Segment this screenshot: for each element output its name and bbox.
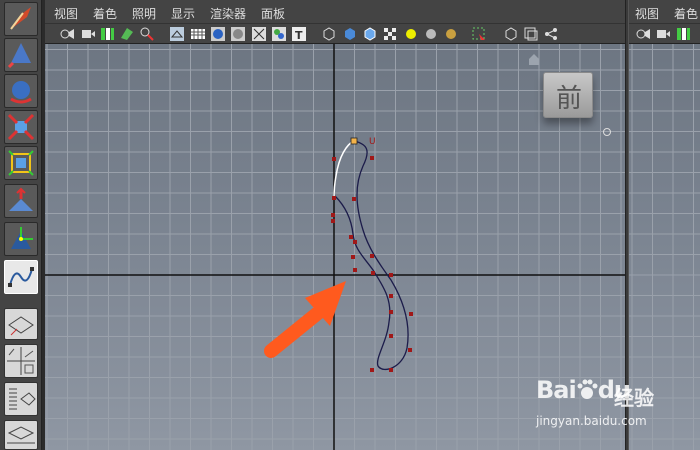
watermark-url: jingyan.baidu.com (536, 414, 647, 428)
move-tool-icon[interactable] (4, 110, 38, 144)
watermark-cn: 经验 (614, 386, 654, 410)
curve-tool-icon[interactable] (4, 260, 38, 294)
xray-icon[interactable] (251, 26, 267, 42)
universal-manipulator-icon[interactable] (4, 222, 38, 256)
smooth-shade-icon[interactable] (210, 26, 226, 42)
select-camera-icon[interactable] (59, 26, 75, 42)
four-pane-layout-icon[interactable] (4, 344, 38, 378)
menu-renderer[interactable]: 渲染器 (210, 5, 246, 22)
paint-select-icon[interactable] (4, 74, 38, 108)
ambient-occlusion-icon[interactable] (443, 26, 459, 42)
control-vertex[interactable] (370, 254, 374, 258)
control-vertex[interactable] (352, 197, 356, 201)
outliner-persp-layout-icon[interactable] (4, 382, 38, 416)
grid-icon[interactable] (190, 26, 206, 42)
control-vertex[interactable] (409, 312, 413, 316)
control-vertex[interactable] (389, 294, 393, 298)
menu-show[interactable]: 显示 (171, 5, 195, 22)
watermark: Bai du 经验 jingyan.baidu.com (536, 372, 700, 432)
secondary-menu-view[interactable]: 视图 (635, 5, 659, 22)
toolbox (0, 0, 42, 450)
control-vertex[interactable] (349, 235, 353, 239)
backface-culling-icon[interactable] (523, 26, 539, 42)
home-icon[interactable] (527, 52, 541, 66)
bookmark-icon[interactable] (99, 26, 115, 42)
checker-icon[interactable] (382, 26, 398, 42)
control-vertex[interactable] (353, 240, 357, 244)
all-lights-icon[interactable] (403, 26, 419, 42)
scale-tool-icon[interactable] (4, 184, 38, 218)
menu-shading[interactable]: 着色 (93, 5, 117, 22)
rotate-tool-icon[interactable] (4, 146, 38, 180)
xray-joints-icon[interactable] (503, 26, 519, 42)
shadows-icon[interactable] (423, 26, 439, 42)
share-icon[interactable] (543, 26, 559, 42)
secondary-camera-attributes-icon[interactable] (655, 26, 671, 42)
two-d-pan-zoom-icon[interactable] (139, 26, 155, 42)
secondary-panel-menu-bar: 视图 着色 (629, 0, 700, 24)
lasso-tool-icon[interactable] (4, 38, 38, 72)
control-vertex[interactable] (389, 334, 393, 338)
image-plane-icon[interactable] (119, 26, 135, 42)
secondary-bookmark-icon[interactable] (675, 26, 691, 42)
panel-toolbar: T (45, 24, 625, 44)
graph-persp-layout-icon[interactable] (4, 420, 38, 450)
control-vertex[interactable] (331, 219, 335, 223)
camera-attributes-icon[interactable] (80, 26, 96, 42)
view-cube-orbit-icon[interactable] (603, 128, 611, 136)
control-vertex[interactable] (389, 368, 393, 372)
isolate-select-icon[interactable] (471, 26, 487, 42)
secondary-select-camera-icon[interactable] (635, 26, 651, 42)
wireframe-on-shaded-icon[interactable] (362, 26, 378, 42)
shaded-cube-icon[interactable] (342, 26, 358, 42)
curve-start-point[interactable] (350, 137, 358, 145)
menu-lighting[interactable]: 照明 (132, 5, 156, 22)
menu-view[interactable]: 视图 (54, 5, 78, 22)
single-pane-layout-icon[interactable] (4, 308, 38, 340)
default-material-icon[interactable] (230, 26, 246, 42)
curve-start-u-label: U (369, 137, 376, 147)
control-vertex[interactable] (408, 348, 412, 352)
paw-logo-icon (577, 379, 598, 399)
text-icon[interactable]: T (291, 26, 307, 42)
select-tool-icon[interactable] (4, 2, 38, 36)
curve-control-vertices[interactable] (331, 156, 413, 372)
control-vertex[interactable] (370, 156, 374, 160)
control-vertex[interactable] (351, 255, 355, 259)
control-vertex[interactable] (370, 368, 374, 372)
curve-selected-span[interactable] (333, 140, 355, 201)
control-vertex[interactable] (353, 268, 357, 272)
control-vertex[interactable] (332, 157, 336, 161)
svg-text:T: T (295, 29, 303, 42)
control-vertex[interactable] (331, 213, 335, 217)
secondary-panel-toolbar (629, 24, 700, 44)
menu-panels[interactable]: 面板 (261, 5, 285, 22)
secondary-menu-shading[interactable]: 着色 (674, 5, 698, 22)
control-vertex[interactable] (389, 273, 393, 277)
wireframe-cube-icon[interactable] (321, 26, 337, 42)
wireframe-icon[interactable] (169, 26, 185, 42)
view-cube[interactable]: 前 (543, 72, 593, 118)
view-cube-front-label: 前 (555, 84, 582, 114)
control-vertex[interactable] (371, 271, 375, 275)
control-vertex[interactable] (332, 196, 336, 200)
control-vertex[interactable] (389, 310, 393, 314)
textured-icon[interactable] (271, 26, 287, 42)
panel-menu-bar: 视图 着色 照明 显示 渲染器 面板 (45, 0, 625, 24)
